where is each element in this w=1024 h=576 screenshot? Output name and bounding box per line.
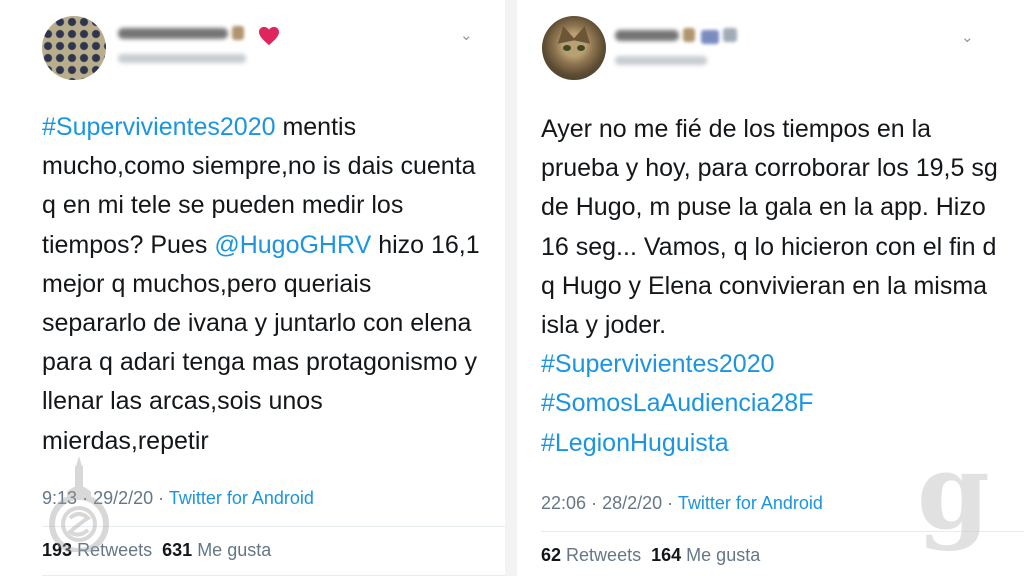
meta-separator: ·: [158, 488, 165, 508]
red-heart-icon: [259, 26, 279, 46]
likes-count[interactable]: 164: [651, 545, 681, 565]
tweet-text: #Supervivientes2020 mentis mucho,como si…: [42, 108, 482, 461]
blurred-handle[interactable]: [118, 54, 246, 63]
tweet-text: Ayer no me fié de los tiempos en la prue…: [541, 110, 1011, 463]
chevron-down-icon[interactable]: ⌄: [961, 28, 974, 46]
blurred-display-name[interactable]: [118, 28, 228, 39]
retweets-label[interactable]: Retweets: [566, 545, 641, 565]
tweet-source-link[interactable]: Twitter for Android: [678, 493, 823, 513]
tweet-text-part: hizo 16,1 mejor q muchos,pero queriais s…: [42, 230, 480, 455]
tweet-text-part: Ayer no me fié de los tiempos en la prue…: [541, 115, 998, 340]
figure-emoji-icon: [683, 28, 695, 42]
meta-separator: ·: [667, 493, 674, 513]
tweet-time[interactable]: 22:06: [541, 493, 586, 513]
panel-gap: [505, 0, 517, 576]
blurred-handle[interactable]: [615, 56, 707, 65]
watermark-g-logo: g: [917, 430, 990, 553]
hashtag-link[interactable]: #LegionHuguista: [541, 429, 729, 457]
retweets-count[interactable]: 62: [541, 545, 561, 565]
figure-emoji-icon: [232, 26, 244, 40]
meta-separator: ·: [591, 493, 598, 513]
likes-label[interactable]: Me gusta: [686, 545, 760, 565]
emoji-icon: [723, 28, 737, 42]
avatar[interactable]: [542, 16, 606, 80]
tweet-stats: 62 Retweets 164 Me gusta: [541, 545, 760, 566]
avatar[interactable]: [42, 16, 106, 80]
chevron-down-icon[interactable]: ⌄: [460, 26, 473, 44]
blurred-display-name[interactable]: [615, 30, 679, 41]
tweet-meta: 22:06 · 28/2/20 · Twitter for Android: [541, 493, 823, 514]
mention-link[interactable]: @HugoGHRV: [214, 231, 371, 259]
hashtag-link[interactable]: #Supervivientes2020: [541, 350, 775, 378]
watermark-seal-logo: [49, 456, 109, 552]
likes-label[interactable]: Me gusta: [197, 540, 271, 560]
hashtag-link[interactable]: #SomosLaAudiencia28F: [541, 389, 813, 417]
likes-count[interactable]: 631: [162, 540, 192, 560]
flag-emoji-icon: [701, 30, 719, 44]
tweet-source-link[interactable]: Twitter for Android: [169, 488, 314, 508]
hashtag-link[interactable]: #Supervivientes2020: [42, 113, 276, 141]
tweet-date[interactable]: 28/2/20: [602, 493, 662, 513]
